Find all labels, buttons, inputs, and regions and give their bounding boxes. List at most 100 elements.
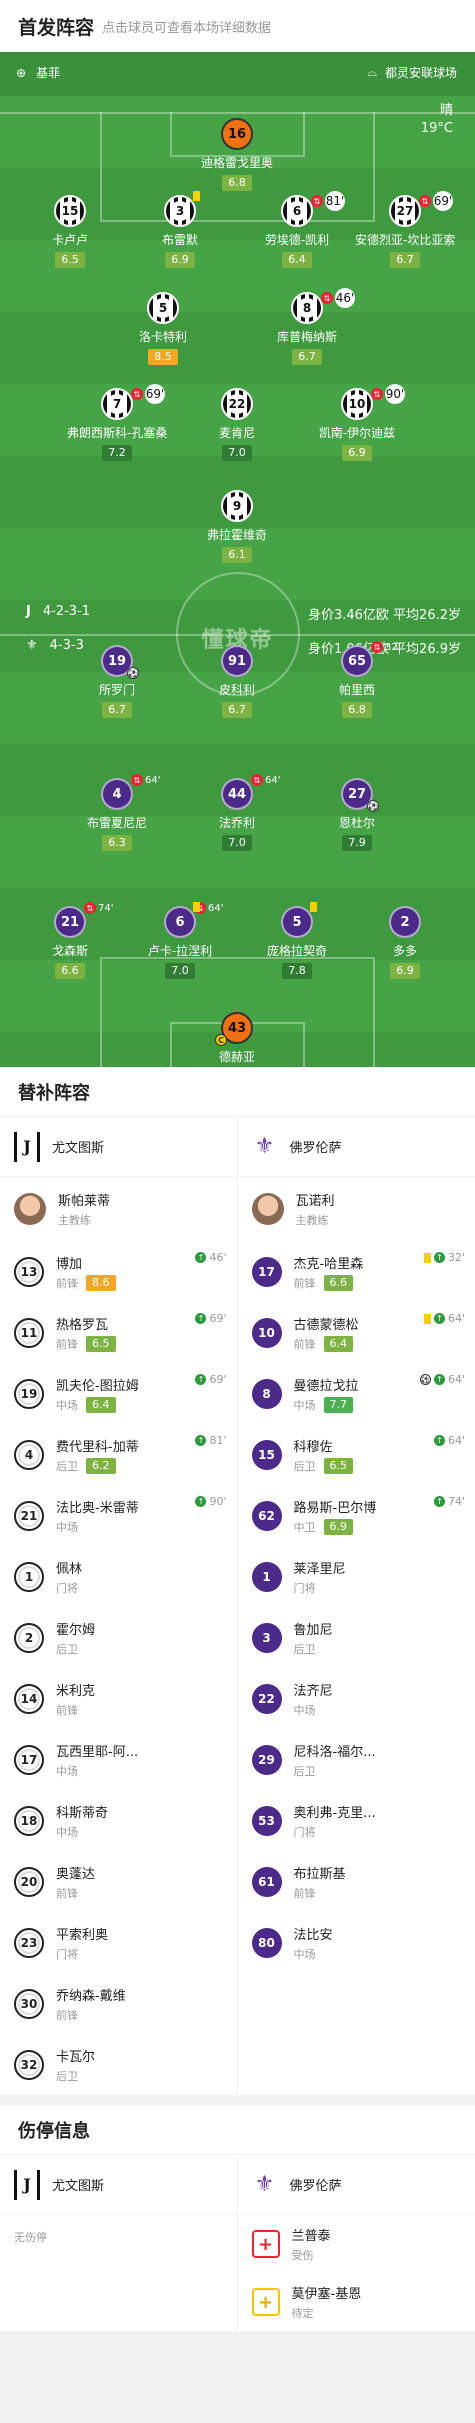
player-rating: 6.4 xyxy=(323,1335,353,1352)
sub-player[interactable]: 18 科斯蒂奇 中场 xyxy=(0,1790,237,1851)
player-name: 奥利弗-克里... xyxy=(293,1805,376,1821)
sub-player[interactable]: 20 奥蓬达 前锋 xyxy=(0,1851,237,1912)
player-rating: 6.5 xyxy=(55,252,85,268)
player-rating: 6.5 xyxy=(323,1457,353,1474)
sub-player[interactable]: 21 法比奥-米雷蒂 中场 ↑ 90' xyxy=(0,1485,237,1546)
sub-out-icon: ⇅ xyxy=(251,774,263,786)
shirt-number: 80 xyxy=(251,1927,282,1958)
pitch-player[interactable]: 65 ⇅ 32' 帕里西 6.8 xyxy=(307,641,407,718)
pitch-player[interactable]: 8 ⇅ 46' 库普梅纳斯 6.7 xyxy=(257,288,357,365)
pitch-player[interactable]: 27 ⇅ 69' 安德烈亚-坎比亚索 6.7 xyxy=(355,191,455,268)
sub-player[interactable]: 17 杰克-哈里森 前锋 6.6 ↑ 32' xyxy=(238,1241,475,1302)
pitch-player[interactable]: 4 ⇅ 64' 布雷夏尼尼 6.3 xyxy=(67,774,167,851)
player-name: 戈森斯 xyxy=(51,944,88,958)
player-number: 5 xyxy=(292,914,302,930)
player-name: 杰克-哈里森 xyxy=(293,1256,364,1272)
pitch-player[interactable]: 5 庞格拉契奇 7.8 xyxy=(247,902,347,979)
pitch-player[interactable]: 19 ⚽ 所罗门 6.7 xyxy=(67,645,167,718)
sub-player[interactable]: 32 卡瓦尔 后卫 xyxy=(0,2034,237,2095)
player-name: 凯南-伊尔迪兹 xyxy=(318,426,396,440)
sub-player[interactable]: 62 路易斯-巴尔博 中卫 6.9 ↑ 74' xyxy=(238,1485,475,1546)
sub-player[interactable]: 11 热格罗瓦 前锋 6.5 ↑ 69' xyxy=(0,1302,237,1363)
substitutes-section: 替补阵容 J 尤文图斯 斯帕莱蒂 主教练 13 博加 前锋 8.6 ↑ 46' 11 热格罗瓦… xyxy=(0,1067,475,2095)
pitch-player[interactable]: 44 ⇅ 64' 法乔利 7.0 xyxy=(187,774,287,851)
coach-role: 主教练 xyxy=(295,1214,329,1227)
home-coach[interactable]: 斯帕莱蒂 主教练 xyxy=(0,1177,237,1241)
player-name: 卡瓦尔 xyxy=(56,2049,96,2065)
pitch-player[interactable]: 43C德赫亚7.7 xyxy=(187,1012,287,1067)
pitch-player[interactable]: 6 ⇅ 81' 劳埃德-凯利 6.4 xyxy=(247,191,347,268)
sub-player[interactable]: 29 尼科洛-福尔... 后卫 xyxy=(238,1729,475,1790)
injury-icon: + xyxy=(251,2230,280,2258)
sub-player[interactable]: 61 布拉斯基 前锋 xyxy=(238,1851,475,1912)
sub-player[interactable]: 1 莱泽里尼 门将 xyxy=(238,1546,475,1607)
sub-player[interactable]: 3 鲁加尼 后卫 xyxy=(238,1607,475,1668)
player-rating: 6.1 xyxy=(222,547,252,563)
pitch-player[interactable]: 5 洛卡特利 8.5 xyxy=(113,292,213,365)
injured-player[interactable]: + 兰普泰 受伤 xyxy=(238,2215,475,2273)
sub-player[interactable]: 23 平索利奥 门将 xyxy=(0,1912,237,1973)
sub-player[interactable]: 14 米利克 前锋 xyxy=(0,1668,237,1729)
sub-player[interactable]: 22 法齐尼 中场 xyxy=(238,1668,475,1729)
player-name: 莫伊塞-基恩 xyxy=(291,2287,362,2302)
pitch-player[interactable]: 10 ⇅ 90' 凯南-伊尔迪兹 6.9 xyxy=(307,384,407,461)
shirt-number: 53 xyxy=(251,1805,282,1836)
home-team-row[interactable]: J 尤文图斯 xyxy=(0,1117,237,1177)
pitch-player[interactable]: 91 皮科利 6.7 xyxy=(187,645,287,718)
player-position: 中场 xyxy=(293,1703,316,1717)
sub-out-icon: ⇅ xyxy=(371,388,383,400)
pitch-player[interactable]: 21 ⇅ 74' 戈森斯 6.6 xyxy=(20,902,120,979)
player-number: 8 xyxy=(297,298,317,318)
fiorentina-logo-icon: ⚜ xyxy=(26,638,38,653)
player-name: 鲁加尼 xyxy=(293,1622,333,1638)
shirt-number: 1 xyxy=(251,1561,282,1592)
shirt-number: 4 ⇅ 64' xyxy=(101,774,160,810)
yellow-card-icon xyxy=(423,1252,431,1263)
sub-player[interactable]: 8 曼德拉戈拉 中场 7.7 ⚽ ↑ 64' xyxy=(238,1363,475,1424)
player-number: 4 xyxy=(112,786,122,802)
pitch-player[interactable]: 3 布雷默 6.9 xyxy=(130,191,230,268)
sub-player[interactable]: 80 法比安 中场 xyxy=(238,1912,475,1973)
player-number: 6 xyxy=(175,914,185,930)
away-coach[interactable]: 瓦诺利 主教练 xyxy=(238,1177,475,1241)
player-name: 法乔利 xyxy=(218,816,255,830)
pitch-player[interactable]: 16 迪格雷戈里奥 6.8 xyxy=(187,118,287,191)
player-name: 博加 xyxy=(56,1256,83,1272)
sub-player[interactable]: 10 古德蒙德松 前锋 6.4 ↑ 64' xyxy=(238,1302,475,1363)
injured-player[interactable]: + 莫伊塞-基恩 待定 xyxy=(238,2273,475,2331)
pitch-player[interactable]: 9 弗拉霍维奇 6.1 xyxy=(187,490,287,563)
pitch-player[interactable]: 15 卡卢卢 6.5 xyxy=(20,195,120,268)
player-name: 凯夫伦-图拉姆 xyxy=(56,1378,139,1394)
player-name: 麦肯尼 xyxy=(218,426,255,440)
sub-time: 64' xyxy=(265,774,281,786)
away-team-row[interactable]: ⚜ 佛罗伦萨 xyxy=(237,1117,475,1177)
player-name: 德赫亚 xyxy=(218,1050,255,1064)
shirt-number: 8 xyxy=(251,1378,282,1409)
sub-player[interactable]: 53 奥利弗-克里... 门将 xyxy=(238,1790,475,1851)
sub-player[interactable]: 2 霍尔姆 后卫 xyxy=(0,1607,237,1668)
player-number: 22 xyxy=(227,394,247,414)
sub-player[interactable]: 19 凯夫伦-图拉姆 中场 6.4 ↑ 69' xyxy=(0,1363,237,1424)
lineup-title: 首发阵容 xyxy=(18,16,95,39)
sub-player[interactable]: 30 乔纳森-戴维 前锋 xyxy=(0,1973,237,2034)
sub-time: 90' xyxy=(385,384,405,404)
sub-player[interactable]: 17 瓦西里耶-阿... 中场 xyxy=(0,1729,237,1790)
pitch-player[interactable]: 22 麦肯尼 7.0 xyxy=(187,388,287,461)
avatar xyxy=(251,1193,284,1225)
pitch-player[interactable]: 27 ⚽ 恩杜尔 7.9 xyxy=(307,778,407,851)
pitch: ⊕ 基菲 ⌓ 都灵安联球场 晴 19°C 懂球帝 J 4-2-3-1 身价3.4… xyxy=(0,52,475,1067)
pitch-player[interactable]: 6⇅64' 卢卡-拉涅利 7.0 xyxy=(130,902,230,979)
sub-player[interactable]: 1 佩林 门将 xyxy=(0,1546,237,1607)
sub-time: 32' xyxy=(385,641,401,653)
player-position: 前锋 xyxy=(56,1276,78,1290)
sub-player[interactable]: 13 博加 前锋 8.6 ↑ 46' xyxy=(0,1241,237,1302)
shirt-number: 23 xyxy=(14,1927,44,1958)
pitch-player[interactable]: 7 ⇅ 69' 弗朗西斯科-孔塞桑 7.2 xyxy=(67,384,167,461)
sub-player[interactable]: 15 科穆佐 后卫 6.5 ↑ 64' xyxy=(238,1424,475,1485)
sub-in-icon: ↑ xyxy=(433,1435,445,1446)
substitution-event: ⇅ 46' xyxy=(321,288,355,308)
pitch-player[interactable]: 2 多多 6.9 xyxy=(355,906,455,979)
player-position: 前锋 xyxy=(56,1337,78,1351)
sub-player[interactable]: 4 费代里科-加蒂 后卫 6.2 ↑ 81' xyxy=(0,1424,237,1485)
player-rating: 7.2 xyxy=(102,445,132,461)
